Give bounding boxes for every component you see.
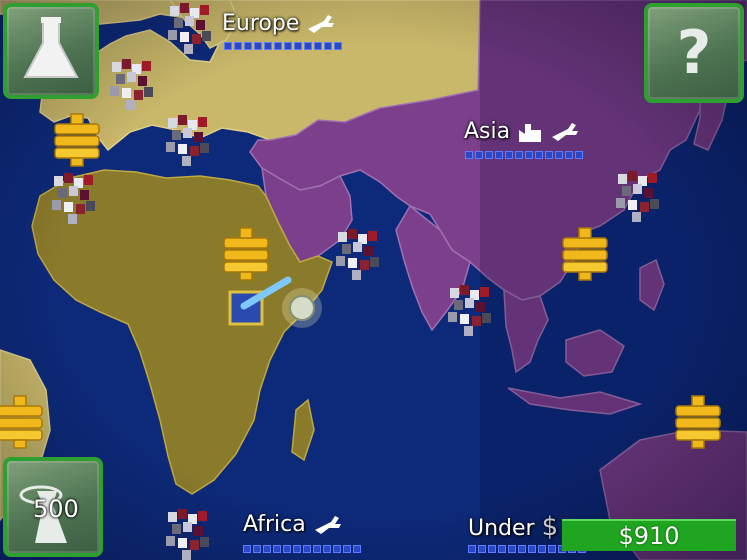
health-segment — [333, 545, 341, 553]
health-segment — [465, 151, 473, 159]
health-bar-africa — [243, 545, 361, 553]
health-segment — [293, 545, 301, 553]
health-segment — [468, 545, 476, 553]
region-name: Africa — [243, 512, 306, 537]
health-segment — [334, 42, 342, 50]
health-segment — [323, 545, 331, 553]
region-label-europe[interactable]: Europe — [222, 11, 336, 36]
health-segment — [343, 545, 351, 553]
health-segment — [515, 151, 523, 159]
health-segment — [495, 151, 503, 159]
health-segment — [488, 545, 496, 553]
health-segment — [545, 151, 553, 159]
question-mark-icon: ? — [676, 18, 712, 88]
lab-button[interactable] — [3, 3, 99, 99]
rifle-icon — [552, 123, 579, 141]
region-name: Europe — [222, 11, 300, 36]
health-segment — [505, 151, 513, 159]
health-segment — [304, 42, 312, 50]
region-label-under[interactable]: Under $ — [468, 512, 558, 542]
flask-icon — [23, 17, 79, 78]
health-segment — [234, 42, 242, 50]
health-segment — [555, 151, 563, 159]
health-segment — [224, 42, 232, 50]
health-segment — [324, 42, 332, 50]
region-name: Asia — [464, 119, 511, 144]
health-segment — [313, 545, 321, 553]
region-label-asia[interactable]: Asia — [464, 119, 580, 144]
health-segment — [485, 151, 493, 159]
health-segment — [565, 151, 573, 159]
health-bar-asia — [465, 151, 583, 159]
health-segment — [525, 151, 533, 159]
factory-icon — [519, 124, 542, 142]
health-segment — [353, 545, 361, 553]
health-segment — [314, 42, 322, 50]
army-button[interactable]: 500 — [3, 457, 103, 557]
region-name: Under — [468, 516, 535, 541]
health-segment — [303, 545, 311, 553]
money-display: $910 — [562, 519, 736, 551]
health-segment — [548, 545, 556, 553]
health-segment — [518, 545, 526, 553]
health-segment — [498, 545, 506, 553]
health-segment — [263, 545, 271, 553]
health-segment — [475, 151, 483, 159]
health-segment — [575, 151, 583, 159]
health-segment — [274, 42, 282, 50]
bomb-glow — [282, 288, 322, 328]
health-segment — [243, 545, 251, 553]
vignette — [0, 0, 747, 560]
health-segment — [254, 42, 262, 50]
health-segment — [528, 545, 536, 553]
army-count: 500 — [33, 495, 79, 523]
health-segment — [538, 545, 546, 553]
health-segment — [253, 545, 261, 553]
health-segment — [294, 42, 302, 50]
world-map[interactable] — [0, 0, 747, 560]
rifle-icon — [308, 15, 335, 33]
health-segment — [535, 151, 543, 159]
region-label-africa[interactable]: Africa — [243, 512, 343, 537]
health-segment — [264, 42, 272, 50]
health-segment — [273, 545, 281, 553]
health-segment — [508, 545, 516, 553]
health-segment — [283, 545, 291, 553]
health-bar-europe — [224, 42, 342, 50]
health-segment — [478, 545, 486, 553]
health-segment — [244, 42, 252, 50]
rifle-icon — [314, 516, 341, 534]
health-segment — [284, 42, 292, 50]
dollar-icon: $ — [541, 512, 559, 542]
help-button[interactable]: ? — [644, 3, 744, 103]
